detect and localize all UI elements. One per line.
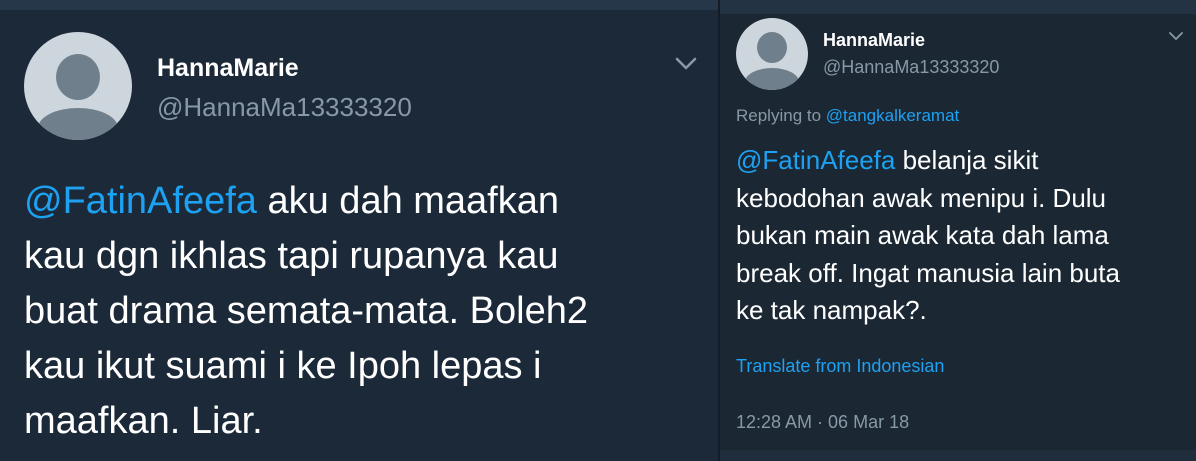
- mention-link[interactable]: @FatinAfeefa: [736, 145, 895, 175]
- chevron-down-icon[interactable]: [674, 56, 698, 72]
- tweet-line: bukan main awak kata dah lama: [736, 220, 1109, 250]
- user-handle[interactable]: @HannaMa13333320: [157, 92, 412, 123]
- translate-link[interactable]: Translate from Indonesian: [736, 356, 944, 377]
- avatar[interactable]: [736, 18, 808, 90]
- replying-to: Replying to @tangkalkeramat: [736, 106, 959, 126]
- chevron-down-icon[interactable]: [1168, 31, 1184, 42]
- tweet-line: break off. Ingat manusia lain buta: [736, 257, 1120, 288]
- left-tweet-panel: HannaMarie @HannaMa13333320 @FatinAfeefa…: [0, 0, 718, 461]
- timestamp[interactable]: 12:28 AM · 06 Mar 18: [736, 412, 909, 433]
- replying-prefix: Replying to: [736, 106, 826, 125]
- right-tweet-panel: HannaMarie @HannaMa13333320 Replying to …: [720, 0, 1196, 461]
- display-name[interactable]: HannaMarie: [157, 54, 299, 83]
- bottom-strip: [720, 450, 1196, 461]
- avatar-head-shape: [757, 32, 787, 63]
- top-bar: [0, 0, 718, 10]
- tweet-line: buat drama semata-mata. Boleh2: [24, 290, 588, 332]
- tweet-line: @FatinAfeefa belanja sikit: [736, 142, 1191, 180]
- tweet-line: @FatinAfeefa aku dah maafkan: [24, 174, 714, 229]
- tweet-text: @FatinAfeefa belanja sikit kebodohan awa…: [736, 142, 1191, 330]
- replying-to-link[interactable]: @tangkalkeramat: [826, 106, 960, 125]
- tweet-line-text: belanja sikit: [895, 145, 1039, 175]
- user-handle[interactable]: @HannaMa13333320: [823, 57, 999, 78]
- mention-link[interactable]: @FatinAfeefa: [24, 180, 257, 222]
- avatar-body-shape: [745, 68, 799, 90]
- avatar-body-shape: [38, 108, 118, 140]
- tweet-line: kau ikut suami i ke Ipoh lepas i: [24, 345, 542, 387]
- tweet-line: maafkan. Liar.: [24, 400, 263, 442]
- tweet-text: @FatinAfeefa aku dah maafkan kau dgn ikh…: [24, 174, 714, 449]
- top-bar: [720, 0, 1196, 14]
- tweet-line: kau dgn ikhlas tapi rupanya kau: [24, 235, 559, 277]
- avatar-head-shape: [56, 54, 100, 100]
- tweet-line-text: aku dah maafkan: [256, 180, 560, 222]
- tweet-line: kebodohan awak menipu i. Dulu: [736, 182, 1107, 213]
- tweet-line: ke tak nampak?.: [736, 295, 927, 325]
- avatar[interactable]: [24, 32, 132, 140]
- display-name[interactable]: HannaMarie: [823, 30, 925, 51]
